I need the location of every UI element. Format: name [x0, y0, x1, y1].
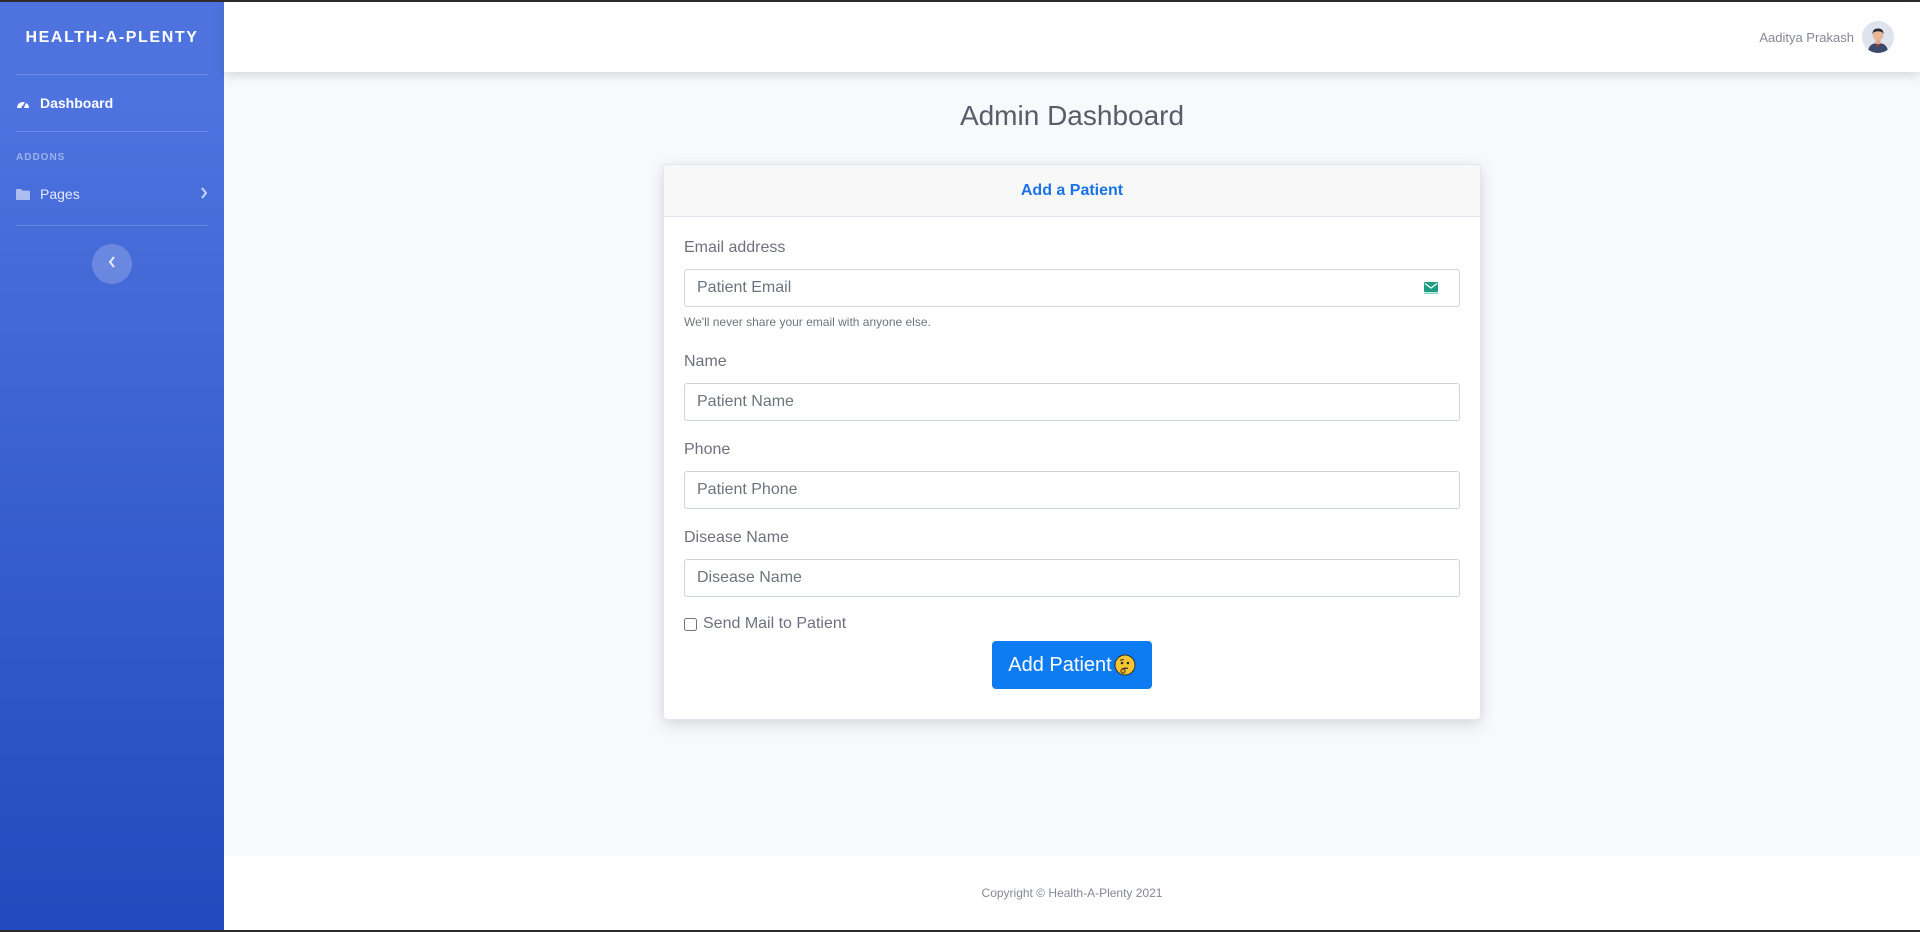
brand-logo[interactable]: HEALTH-A-PLENTY [0, 2, 224, 74]
sidebar-toggle-button[interactable] [92, 244, 132, 284]
footer: Copyright © Health-A-Plenty 2021 [224, 856, 1920, 930]
submit-row: Add Patient [684, 641, 1460, 689]
sidebar-divider [16, 225, 208, 226]
disease-group: Disease Name [684, 529, 1460, 597]
add-patient-button-label: Add Patient [1008, 653, 1112, 676]
email-input-wrap [684, 269, 1460, 307]
chevron-left-icon [108, 255, 116, 273]
mail-icon [1424, 281, 1438, 299]
name-group: Name [684, 353, 1460, 421]
phone-field[interactable] [684, 471, 1460, 509]
email-help-text: We'll never share your email with anyone… [684, 315, 931, 329]
card-title: Add a Patient [664, 165, 1480, 217]
topbar: Aaditya Prakash [224, 2, 1920, 72]
sidebar-item-dashboard[interactable]: Dashboard [0, 75, 224, 131]
copyright-text: Copyright © Health-A-Plenty 2021 [981, 886, 1163, 900]
name-label: Name [684, 353, 727, 370]
sidebar-heading: ADDONS [16, 152, 66, 163]
sidebar: HEALTH-A-PLENTY Dashboard ADDONS Pages [0, 2, 224, 930]
tachometer-icon [16, 96, 32, 110]
user-name: Aaditya Prakash [1759, 29, 1854, 45]
user-menu[interactable]: Aaditya Prakash [1759, 21, 1894, 53]
phone-group: Phone [684, 441, 1460, 509]
folder-icon [16, 187, 32, 201]
main-content: Admin Dashboard Add a Patient Email addr… [224, 72, 1920, 856]
avatar [1862, 21, 1894, 53]
phone-label: Phone [684, 441, 731, 458]
send-mail-checkbox[interactable] [684, 617, 697, 631]
sidebar-item-label: Pages [40, 186, 80, 202]
thinking-face-icon [1114, 654, 1136, 676]
email-field[interactable] [684, 269, 1460, 307]
send-mail-label[interactable]: Send Mail to Patient [703, 615, 846, 633]
sidebar-item-pages[interactable]: Pages [0, 163, 224, 225]
add-patient-button[interactable]: Add Patient [992, 641, 1152, 689]
email-group: Email address We'll never share your ema… [684, 239, 1460, 329]
send-mail-row: Send Mail to Patient [684, 615, 1460, 633]
chevron-right-icon [200, 186, 208, 202]
add-patient-form: Email address We'll never share your ema… [664, 217, 1480, 689]
page-title: Admin Dashboard [959, 100, 1185, 131]
disease-field[interactable] [684, 559, 1460, 597]
app-window: HEALTH-A-PLENTY Dashboard ADDONS Pages A… [0, 0, 1920, 932]
sidebar-item-label: Dashboard [40, 95, 114, 111]
disease-label: Disease Name [684, 529, 789, 546]
name-field[interactable] [684, 383, 1460, 421]
add-patient-card: Add a Patient Email address Patient Emai… [663, 164, 1481, 720]
email-label: Email address [684, 239, 786, 256]
